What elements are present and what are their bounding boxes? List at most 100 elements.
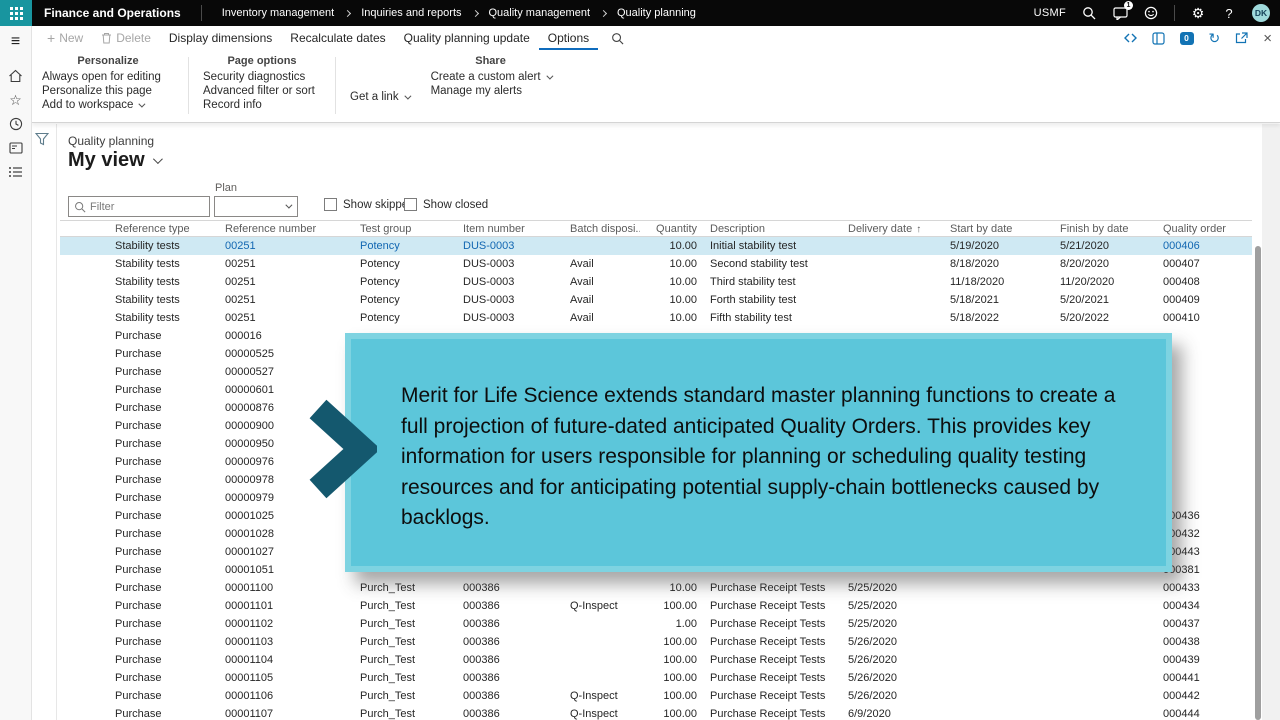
table-cell[interactable]: 000407 [1163,255,1252,273]
table-cell[interactable] [570,579,640,597]
table-cell[interactable]: Initial stability test [700,237,848,255]
table-cell[interactable]: Purchase [115,525,225,543]
settings-gear-icon[interactable]: ⚙ [1190,5,1206,21]
table-cell[interactable]: 000386 [463,651,570,669]
collapse-chevrons-icon[interactable] [1124,33,1137,43]
table-cell[interactable]: 00001028 [225,525,360,543]
table-cell[interactable]: 5/20/2021 [1060,291,1163,309]
table-cell[interactable]: Purchase [115,579,225,597]
security-diagnostics-item[interactable]: Security diagnostics [203,70,321,84]
action-search-icon[interactable] [602,26,633,50]
row-gutter[interactable] [60,633,115,651]
table-cell[interactable]: 8/20/2020 [1060,255,1163,273]
table-cell[interactable]: DUS-0003 [463,291,570,309]
table-cell[interactable]: 11/20/2020 [1060,273,1163,291]
table-cell[interactable] [950,597,1060,615]
table-cell[interactable]: 5/21/2020 [1060,237,1163,255]
table-cell[interactable] [950,633,1060,651]
personalize-this-page-item[interactable]: Personalize this page [42,84,174,98]
table-cell[interactable]: Purchase [115,363,225,381]
table-cell[interactable]: DUS-0003 [463,255,570,273]
table-cell[interactable]: Potency [360,291,463,309]
row-gutter[interactable] [60,597,115,615]
table-cell[interactable]: Purchase [115,453,225,471]
table-cell[interactable]: Purchase [115,615,225,633]
table-cell[interactable]: Fifth stability test [700,309,848,327]
table-cell[interactable]: Purchase [115,543,225,561]
table-cell[interactable]: 000386 [463,669,570,687]
column-header-quantity[interactable]: Quantity [640,220,700,237]
table-cell[interactable]: 10.00 [640,579,700,597]
row-gutter[interactable] [60,417,115,435]
table-cell[interactable]: Purchase [115,633,225,651]
table-cell[interactable] [848,237,950,255]
table-row[interactable]: Purchase00001103Purch_Test000386100.00Pu… [60,633,1252,651]
table-cell[interactable]: Purchase [115,435,225,453]
column-header-finish-by-date[interactable]: Finish by date [1060,220,1163,237]
table-cell[interactable]: Avail [570,309,640,327]
table-cell[interactable]: DUS-0003 [463,273,570,291]
row-gutter[interactable] [60,489,115,507]
table-cell[interactable]: 000381 [1163,561,1252,579]
close-icon[interactable]: × [1263,31,1272,46]
table-cell[interactable]: Potency [360,309,463,327]
table-cell[interactable]: 00251 [225,255,360,273]
row-gutter[interactable] [60,435,115,453]
table-cell[interactable]: Purch_Test [360,597,463,615]
table-cell[interactable] [950,705,1060,720]
table-cell[interactable]: 000443 [1163,543,1252,561]
table-cell[interactable]: Purchase [115,597,225,615]
breadcrumb-current[interactable]: Quality planning [613,7,700,19]
table-cell[interactable]: 00000525 [225,345,360,363]
table-cell[interactable]: 000386 [463,633,570,651]
app-launcher-icon[interactable] [0,0,32,26]
table-cell[interactable]: Stability tests [115,273,225,291]
table-cell[interactable]: 000433 [1163,579,1252,597]
table-cell[interactable]: 00001025 [225,507,360,525]
table-cell[interactable]: 100.00 [640,669,700,687]
new-button[interactable]: + New [38,26,92,50]
table-cell[interactable] [1163,381,1252,399]
feedback-icon[interactable]: 1 [1112,5,1128,21]
table-cell[interactable]: Q-Inspect [570,687,640,705]
row-gutter[interactable] [60,561,115,579]
row-gutter[interactable] [60,705,115,720]
manage-my-alerts-item[interactable]: Manage my alerts [431,84,551,98]
side-panel-icon[interactable] [1152,32,1165,45]
table-cell[interactable]: 5/20/2022 [1060,309,1163,327]
table-cell[interactable]: 10.00 [640,273,700,291]
table-cell[interactable] [848,291,950,309]
table-cell[interactable] [1060,615,1163,633]
table-cell[interactable]: 5/26/2020 [848,633,950,651]
table-cell[interactable]: 000438 [1163,633,1252,651]
column-header-batch-disposi[interactable]: Batch disposi... [570,220,640,237]
table-cell[interactable]: 00001107 [225,705,360,720]
table-cell[interactable]: Purch_Test [360,633,463,651]
row-gutter[interactable] [60,327,115,345]
avatar[interactable]: DK [1252,4,1270,22]
table-cell[interactable]: Second stability test [700,255,848,273]
table-cell[interactable] [570,615,640,633]
workspaces-icon[interactable] [0,136,32,160]
row-gutter[interactable] [60,579,115,597]
search-icon[interactable] [1081,5,1097,21]
table-cell[interactable]: Purchase [115,561,225,579]
table-cell[interactable]: Purchase [115,489,225,507]
table-cell[interactable]: 000409 [1163,291,1252,309]
table-cell[interactable]: 5/26/2020 [848,651,950,669]
table-cell[interactable]: Purchase Receipt Tests [700,687,848,705]
table-cell[interactable]: 5/26/2020 [848,687,950,705]
table-cell[interactable]: 100.00 [640,651,700,669]
table-cell[interactable]: Purchase [115,669,225,687]
column-header-description[interactable]: Description [700,220,848,237]
row-gutter[interactable] [60,543,115,561]
table-cell[interactable]: 000434 [1163,597,1252,615]
table-row[interactable]: Stability tests00251PotencyDUS-0003Avail… [60,309,1252,327]
table-cell[interactable] [848,255,950,273]
smiley-icon[interactable] [1143,5,1159,21]
table-cell[interactable]: 00001027 [225,543,360,561]
row-gutter[interactable] [60,381,115,399]
table-cell[interactable]: 00001105 [225,669,360,687]
table-cell[interactable] [1060,705,1163,720]
table-cell[interactable]: 00001101 [225,597,360,615]
